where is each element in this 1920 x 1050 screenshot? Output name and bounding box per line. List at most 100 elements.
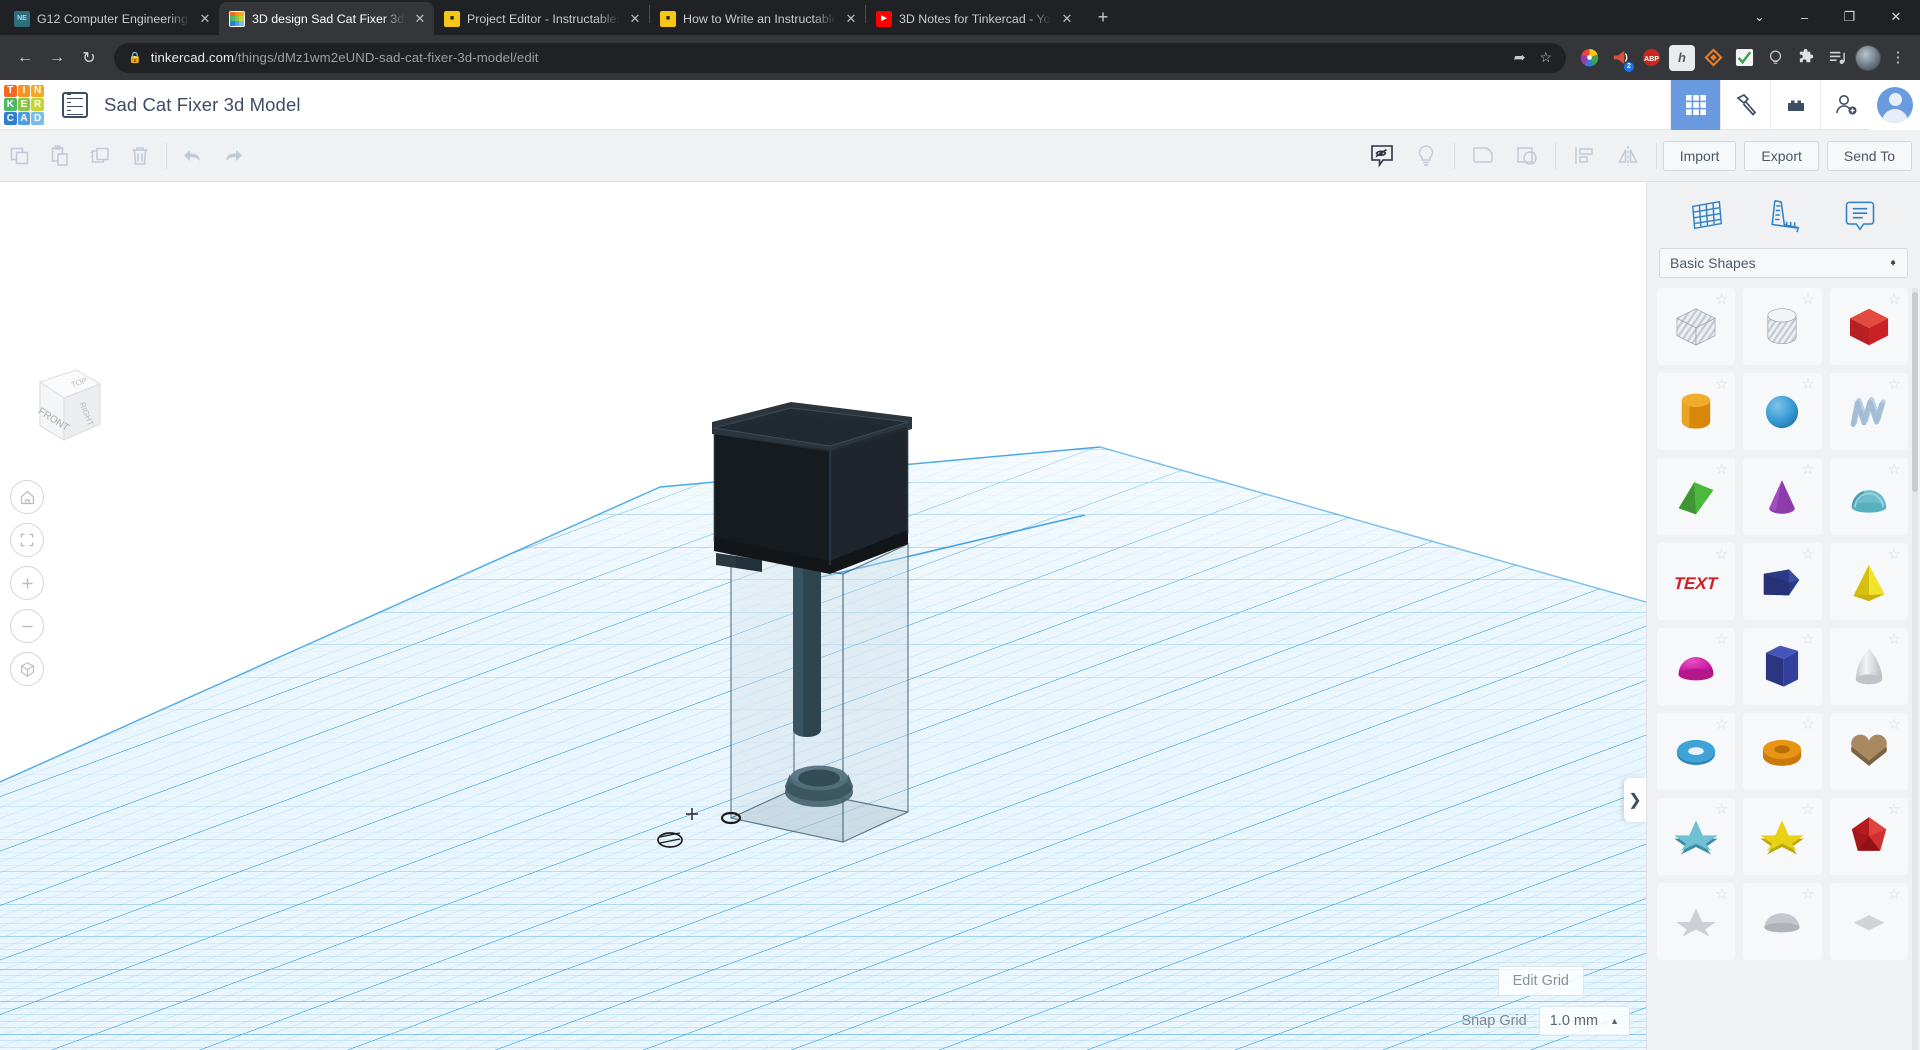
snap-grid-select[interactable]: 1.0 mm ▲ — [1538, 1006, 1630, 1036]
undo-button[interactable] — [173, 130, 213, 182]
workplane-grid-icon[interactable] — [1684, 192, 1730, 238]
paste-button[interactable] — [40, 130, 80, 182]
favorite-star-icon[interactable]: ☆ — [1888, 717, 1901, 732]
shape-roof[interactable]: ☆ — [1657, 458, 1736, 535]
favorite-star-icon[interactable]: ☆ — [1715, 377, 1728, 392]
note-bubble-icon[interactable] — [1837, 192, 1883, 238]
tab-close-icon[interactable]: ✕ — [412, 11, 428, 27]
favorite-star-icon[interactable]: ☆ — [1801, 632, 1814, 647]
tab-close-icon[interactable]: ✕ — [197, 11, 213, 27]
tab-close-icon[interactable]: ✕ — [1059, 11, 1075, 27]
ungroup-shapes-icon[interactable] — [1505, 130, 1549, 182]
hopper-box[interactable] — [712, 402, 912, 574]
shape-half-cylinder[interactable]: ☆ — [1829, 458, 1908, 535]
color-wheel-extension-icon[interactable] — [1576, 45, 1602, 71]
adblock-plus-extension-icon[interactable]: ABP — [1638, 45, 1664, 71]
document-list-icon[interactable] — [62, 91, 88, 118]
close-window-button[interactable]: ✕ — [1872, 1, 1920, 33]
favorite-star-icon[interactable]: ☆ — [1715, 632, 1728, 647]
honey-extension-icon[interactable]: h — [1669, 44, 1695, 71]
new-tab-button[interactable]: + — [1089, 4, 1117, 32]
favorite-star-icon[interactable]: ☆ — [1888, 887, 1901, 902]
favorite-star-icon[interactable]: ☆ — [1801, 292, 1814, 307]
chrome-menu-chevron-icon[interactable]: ⌄ — [1737, 1, 1782, 33]
maximize-button[interactable]: ❐ — [1827, 1, 1872, 33]
playlist-extension-icon[interactable] — [1824, 45, 1850, 71]
favorite-star-icon[interactable]: ☆ — [1715, 887, 1728, 902]
chrome-menu-icon[interactable]: ⋮ — [1886, 50, 1910, 65]
shape-cylinder[interactable]: ☆ — [1657, 373, 1736, 450]
minimize-button[interactable]: – — [1782, 1, 1827, 33]
favorite-star-icon[interactable]: ☆ — [1715, 462, 1728, 477]
tab-close-icon[interactable]: ✕ — [627, 11, 643, 27]
view-cube[interactable]: TOP FRONT RIGHT — [18, 360, 106, 448]
favorite-star-icon[interactable]: ☆ — [1888, 377, 1901, 392]
invite-person-icon[interactable] — [1820, 79, 1870, 130]
favorite-star-icon[interactable]: ☆ — [1715, 802, 1728, 817]
favorite-star-icon[interactable]: ☆ — [1801, 547, 1814, 562]
fit-to-view-button[interactable] — [10, 523, 44, 557]
shape-polyhedron[interactable]: ☆ — [1829, 798, 1908, 875]
shape-star-extra[interactable]: ☆ — [1657, 883, 1736, 960]
shape-half-sphere[interactable]: ☆ — [1657, 628, 1736, 705]
panel-scroll-thumb[interactable] — [1912, 292, 1918, 492]
tab-close-icon[interactable]: ✕ — [843, 11, 859, 27]
align-icon[interactable] — [1562, 130, 1606, 182]
export-button[interactable]: Export — [1744, 140, 1819, 171]
favorite-star-icon[interactable]: ☆ — [1888, 632, 1901, 647]
browser-tab[interactable]: NE G12 Computer Engineering TEJ4M ✕ — [4, 2, 219, 35]
tinkercad-logo[interactable]: T I N K E R C A D — [4, 84, 44, 125]
address-bar[interactable]: 🔒 tinkercad.com/things/dMz1wm2eUND-sad-c… — [114, 42, 1566, 73]
browser-tab-active[interactable]: 3D design Sad Cat Fixer 3d Model ✕ — [219, 2, 434, 35]
3d-viewport[interactable]: TOP FRONT RIGHT ❯ Edit Grid Snap Grid 1.… — [0, 182, 1646, 1050]
send-to-button[interactable]: Send To — [1826, 140, 1912, 171]
browser-tab[interactable]: ▶ 3D Notes for Tinkercad - YouTube ✕ — [866, 2, 1081, 35]
shape-paraboloid[interactable]: ☆ — [1829, 628, 1908, 705]
shape-polygon[interactable]: ☆ — [1743, 543, 1822, 620]
collapse-panel-button[interactable]: ❯ — [1624, 778, 1646, 822]
dispenser-tube[interactable] — [793, 555, 821, 738]
food-bowl[interactable] — [785, 765, 853, 808]
shape-hexagonal-prism[interactable]: ☆ — [1743, 628, 1822, 705]
favorite-star-icon[interactable]: ☆ — [1715, 547, 1728, 562]
import-button[interactable]: Import — [1662, 140, 1737, 171]
megaphone-extension-icon[interactable]: 2 — [1607, 45, 1634, 72]
duplicate-button[interactable] — [80, 130, 120, 182]
copy-button[interactable] — [0, 130, 40, 182]
favorite-star-icon[interactable]: ☆ — [1801, 377, 1814, 392]
bookmark-star-icon[interactable]: ☆ — [1539, 49, 1552, 66]
blocks-brick-icon[interactable] — [1770, 79, 1820, 130]
shape-dome[interactable]: ☆ — [1743, 883, 1822, 960]
shape-text[interactable]: ☆ TEXT — [1657, 543, 1736, 620]
edit-grid-button[interactable]: Edit Grid — [1497, 966, 1584, 996]
favorite-star-icon[interactable]: ☆ — [1801, 717, 1814, 732]
forward-button[interactable]: → — [42, 43, 72, 73]
shape-cone[interactable]: ☆ — [1743, 458, 1822, 535]
zoom-out-button[interactable] — [10, 609, 44, 643]
shape-sphere[interactable]: ☆ — [1743, 373, 1822, 450]
shape-tube[interactable]: ☆ — [1743, 713, 1822, 790]
puzzle-extension-icon[interactable] — [1793, 45, 1819, 71]
browser-tab[interactable]: ■ Project Editor - Instructables ✕ — [434, 2, 649, 35]
shape-scribble[interactable]: ☆ — [1829, 373, 1908, 450]
diamond-extension-icon[interactable] — [1700, 45, 1726, 71]
favorite-star-icon[interactable]: ☆ — [1888, 462, 1901, 477]
favorite-star-icon[interactable]: ☆ — [1888, 292, 1901, 307]
shape-star-teal[interactable]: ☆ — [1657, 798, 1736, 875]
workplane-canvas[interactable] — [0, 182, 1646, 1050]
delete-button[interactable] — [120, 130, 160, 182]
shape-heart[interactable]: ☆ — [1829, 713, 1908, 790]
eye-slash-icon[interactable] — [1360, 130, 1404, 182]
group-shapes-icon[interactable] — [1461, 130, 1505, 182]
perspective-toggle-button[interactable] — [10, 652, 44, 686]
lightbulb-extension-icon[interactable] — [1762, 45, 1788, 71]
zoom-in-button[interactable] — [10, 566, 44, 600]
hammer-tools-icon[interactable] — [1720, 79, 1770, 130]
favorite-star-icon[interactable]: ☆ — [1801, 462, 1814, 477]
favorite-star-icon[interactable]: ☆ — [1888, 547, 1901, 562]
checkmark-extension-icon[interactable] — [1731, 45, 1757, 71]
favorite-star-icon[interactable]: ☆ — [1715, 717, 1728, 732]
reload-button[interactable]: ↻ — [74, 43, 104, 73]
back-button[interactable]: ← — [10, 43, 40, 73]
lightbulb-icon[interactable] — [1404, 130, 1448, 182]
